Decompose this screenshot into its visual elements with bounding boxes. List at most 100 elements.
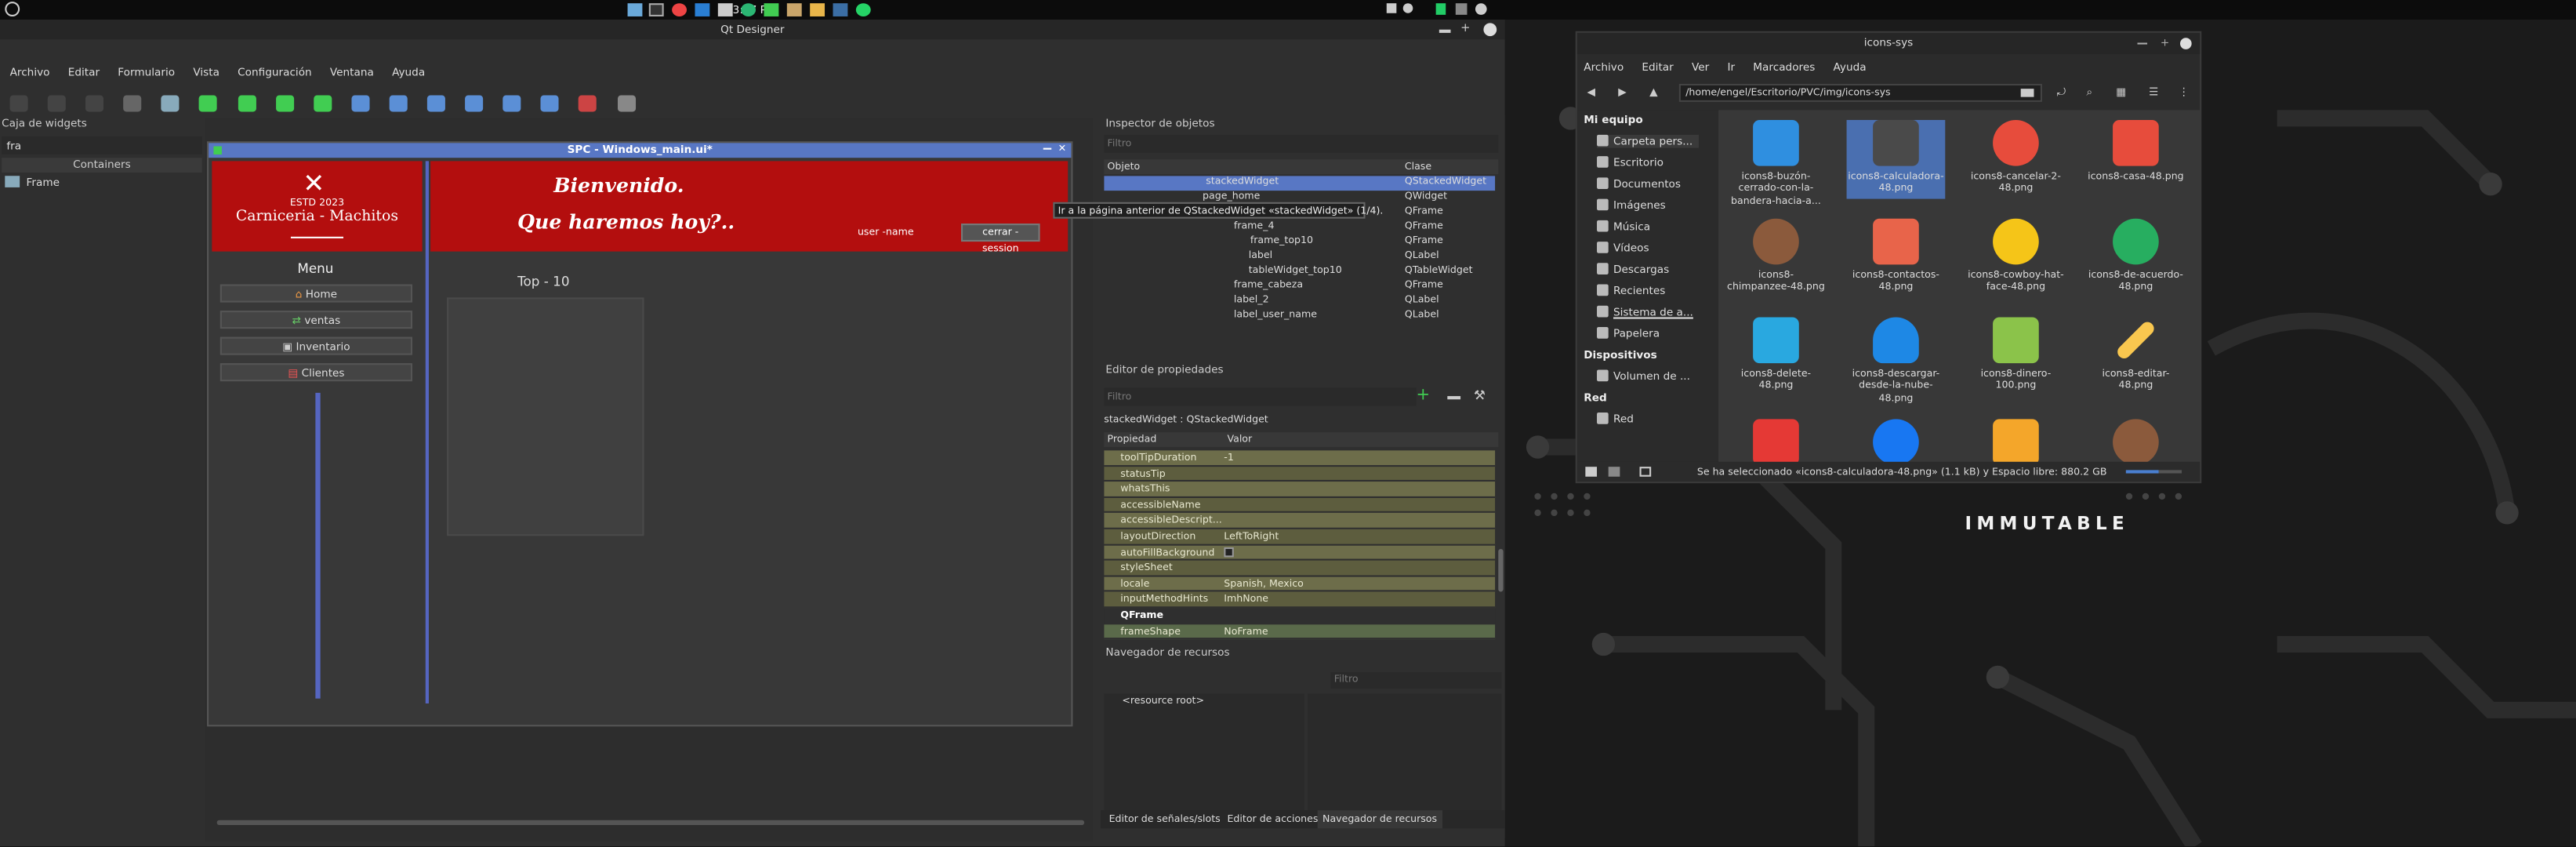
widget-item-frame[interactable]: Frame xyxy=(5,176,201,192)
prop-row[interactable]: toolTipDuration -1 xyxy=(1104,450,1496,467)
folder-icon[interactable] xyxy=(810,3,825,16)
top10-table[interactable] xyxy=(447,297,644,536)
resource-root[interactable]: <resource root> xyxy=(1122,695,1204,707)
sidebar-item-volumen[interactable]: Volumen de ... xyxy=(1597,369,1690,383)
file-item[interactable] xyxy=(1967,419,2066,462)
prop-row[interactable]: autoFillBackground xyxy=(1104,544,1496,562)
menu-configuracion[interactable]: Configuración xyxy=(238,66,312,79)
sidebar-item-home[interactable]: Carpeta pers... xyxy=(1597,134,1700,148)
props-table[interactable]: toolTipDuration -1 statusTip whatsThis ac… xyxy=(1104,450,1498,641)
close-icon[interactable] xyxy=(1483,23,1497,37)
maximize-icon[interactable]: + xyxy=(1460,21,1470,35)
volume-icon[interactable] xyxy=(1402,3,1413,13)
compact-view-icon[interactable]: ⋮ xyxy=(2179,85,2190,99)
tab-actions[interactable]: Editor de acciones xyxy=(1227,813,1318,825)
prop-value[interactable]: -1 xyxy=(1224,452,1234,463)
sidebar-item-musica[interactable]: Música xyxy=(1597,220,1650,234)
icon-view-icon[interactable]: ▦ xyxy=(2116,85,2126,99)
file-item[interactable] xyxy=(1847,419,1946,462)
vlayout-icon[interactable] xyxy=(389,95,408,112)
fm-menu-marcadores[interactable]: Marcadores xyxy=(1753,61,1815,75)
qt-taborder-icon[interactable] xyxy=(313,95,332,112)
file-item[interactable]: icons8-contactos-48.png xyxy=(1847,218,1946,294)
open-icon[interactable] xyxy=(47,95,67,112)
fm-icon-grid[interactable]: icons8-buzón-cerrado-con-la-bandera-haci… xyxy=(1718,110,2200,462)
path-input[interactable]: /home/engel/Escritorio/PVC/img/icons-sys xyxy=(1678,83,2042,102)
search-icon[interactable]: ⌕ xyxy=(2087,85,2093,100)
wrench-icon[interactable]: ⚒ xyxy=(1474,388,1490,405)
props-scrollbar[interactable] xyxy=(1498,548,1504,592)
file-item[interactable]: icons8-cancelar-2-48.png xyxy=(1967,119,2066,195)
fm-menu-ver[interactable]: Ver xyxy=(1692,61,1709,75)
menu-formulario[interactable]: Formulario xyxy=(118,66,175,79)
power-icon[interactable] xyxy=(1475,3,1487,15)
prop-row[interactable]: locale Spanish, Mexico xyxy=(1104,576,1496,593)
fm-menu-ir[interactable]: Ir xyxy=(1727,61,1735,75)
sidebar-item-videos[interactable]: Vídeos xyxy=(1597,242,1649,255)
inspector-tree[interactable]: stackedWidget QStackedWidget page_home QWi… xyxy=(1104,176,1498,324)
fm-maximize-icon[interactable]: + xyxy=(2161,36,2169,49)
adjust-size-icon[interactable] xyxy=(616,95,635,112)
file-item[interactable]: icons8-casa-48.png xyxy=(2087,119,2186,183)
forward-icon[interactable]: ▶ xyxy=(1618,85,1626,99)
prop-row[interactable]: styleSheet xyxy=(1104,561,1496,577)
nav-ventas-button[interactable]: ⇄ ventas xyxy=(220,311,413,329)
remove-property-icon[interactable] xyxy=(1447,396,1461,399)
menu-ayuda[interactable]: Ayuda xyxy=(392,66,425,79)
user-tray-icon[interactable] xyxy=(1455,3,1468,15)
qt-designer-icon[interactable] xyxy=(764,3,779,16)
chrome-icon[interactable] xyxy=(672,3,688,16)
show-places-icon[interactable] xyxy=(1585,467,1598,477)
clear-path-icon[interactable] xyxy=(2020,89,2034,97)
menu-archivo[interactable]: Archivo xyxy=(10,66,50,79)
prop-value[interactable]: LeftToRight xyxy=(1224,531,1279,543)
whatsapp-icon[interactable] xyxy=(855,3,871,16)
mdi-horizontal-scrollbar[interactable] xyxy=(216,820,1085,826)
prop-value[interactable]: NoFrame xyxy=(1224,626,1268,638)
tree-row[interactable]: frame_cabeza QFrame xyxy=(1104,279,1495,294)
logout-button[interactable]: cerrar - session xyxy=(960,224,1040,255)
whatsapp-tray-icon[interactable] xyxy=(1435,3,1446,15)
form-layout-icon[interactable] xyxy=(541,95,560,112)
sidebar-item-escritorio[interactable]: Escritorio xyxy=(1597,156,1664,169)
minimize-icon[interactable] xyxy=(1439,29,1451,32)
sidebar-item-papelera[interactable]: Papelera xyxy=(1597,327,1660,340)
sidebar-item-recientes[interactable]: Recientes xyxy=(1597,284,1665,297)
list-view-icon[interactable]: ☰ xyxy=(2149,85,2158,99)
hlayout-icon[interactable] xyxy=(351,95,370,112)
form-close-icon[interactable]: ✕ xyxy=(1058,143,1067,154)
sidebar-item-red[interactable]: Red xyxy=(1597,413,1634,426)
widget-filter-input[interactable]: fra xyxy=(2,136,202,154)
file-item[interactable]: icons8-cowboy-hat-face-48.png xyxy=(1967,218,2066,294)
sidebar-item-descargas[interactable]: Descargas xyxy=(1597,263,1669,276)
prop-row[interactable]: whatsThis xyxy=(1104,482,1496,498)
grid-layout-icon[interactable] xyxy=(503,95,521,112)
wifi-icon[interactable] xyxy=(1386,3,1397,13)
file-item[interactable]: icons8-chimpanzee-48.png xyxy=(1727,218,1826,294)
fm-minimize-icon[interactable] xyxy=(2137,42,2148,45)
fm-menu-editar[interactable]: Editar xyxy=(1642,61,1673,75)
tree-row[interactable]: label_user_name QLabel xyxy=(1104,309,1495,324)
fm-close-icon[interactable] xyxy=(2179,38,2192,49)
prop-section-row[interactable]: QFrame xyxy=(1104,608,1496,624)
file-item[interactable]: icons8-buzón-cerrado-con-la-bandera-haci… xyxy=(1727,119,1826,207)
back-icon[interactable]: ◀ xyxy=(1587,85,1595,99)
file-item[interactable]: icons8-descargar-desde-la-nube-48.png xyxy=(1847,317,1946,404)
add-dynamic-property-icon[interactable]: + xyxy=(1416,387,1430,405)
fm-menu-ayuda[interactable]: Ayuda xyxy=(1834,61,1867,75)
sidebar-item-imagenes[interactable]: Imágenes xyxy=(1597,198,1666,212)
save-icon[interactable] xyxy=(85,95,104,112)
zoom-slider[interactable] xyxy=(2125,470,2159,474)
terminal-icon[interactable] xyxy=(648,3,664,16)
up-icon[interactable]: ▲ xyxy=(1649,85,1657,99)
tree-row[interactable]: frame_4 QFrame xyxy=(1104,220,1495,235)
prop-row[interactable]: accessibleName xyxy=(1104,497,1496,514)
toggle-location-icon[interactable]: ⤾ xyxy=(2057,85,2066,100)
tree-row[interactable]: frame_top10 QFrame xyxy=(1104,235,1495,250)
menu-icon[interactable] xyxy=(5,2,20,16)
prop-row[interactable]: frameShape NoFrame xyxy=(1104,623,1496,640)
fm-menu-archivo[interactable]: Archivo xyxy=(1584,61,1624,75)
file-item[interactable]: icons8-dinero-100.png xyxy=(1967,317,2066,392)
files-icon[interactable] xyxy=(627,3,643,16)
qt-creator-icon[interactable] xyxy=(741,3,756,16)
